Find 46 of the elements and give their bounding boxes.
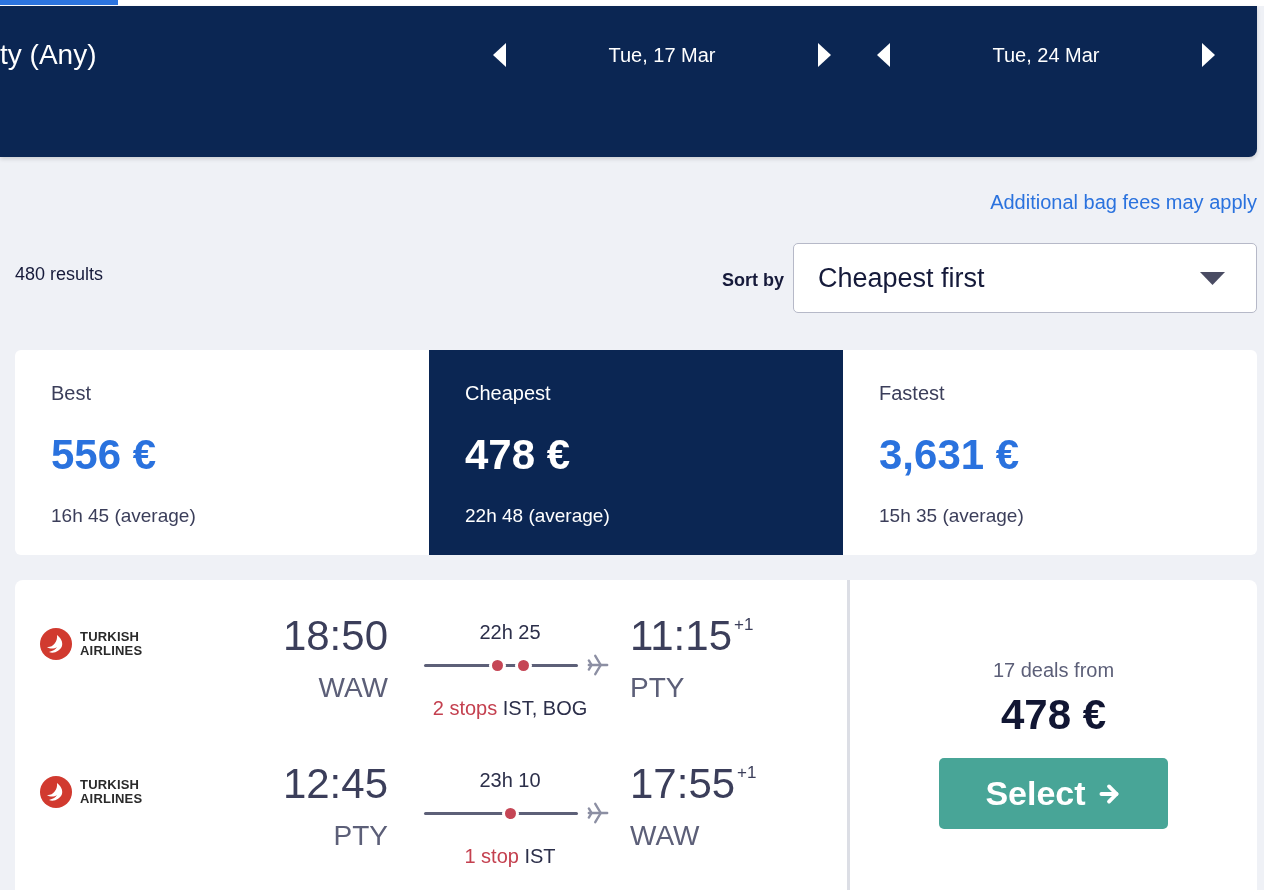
stops-info: 2 stops IST, BOG bbox=[432, 696, 588, 720]
day-offset: +1 bbox=[737, 763, 757, 783]
tab-price: 3,631 € bbox=[879, 431, 1020, 479]
airplane-icon bbox=[587, 802, 609, 824]
date-selector[interactable]: Tue, 24 Mar bbox=[992, 43, 1100, 67]
arrival-airport: PTY bbox=[630, 672, 685, 704]
airline-logo-icon bbox=[40, 628, 72, 660]
tab-duration: 15h 35 (average) bbox=[879, 504, 1024, 528]
dropdown-caret-icon bbox=[1200, 271, 1225, 285]
flight-duration: 23h 10 bbox=[479, 768, 541, 792]
airline-name: TURKISH AIRLINES bbox=[80, 778, 144, 806]
sort-label: Sort by bbox=[722, 269, 784, 291]
departure-airport: PTY bbox=[333, 820, 388, 852]
sort-tab[interactable]: Best 556 € 16h 45 (average) bbox=[15, 350, 429, 555]
tab-price: 556 € bbox=[51, 431, 157, 479]
tab-title: Cheapest bbox=[465, 381, 551, 405]
caret-right-icon[interactable] bbox=[1202, 43, 1215, 67]
day-offset: +1 bbox=[734, 615, 754, 635]
bag-fees-link[interactable]: Additional bag fees may apply bbox=[990, 190, 1257, 214]
caret-left-icon[interactable] bbox=[493, 43, 506, 67]
arrival-time: 17:55 bbox=[630, 760, 736, 808]
flight-duration: 22h 25 bbox=[479, 620, 541, 644]
results-count: 480 results bbox=[15, 263, 104, 285]
tab-title: Fastest bbox=[879, 381, 945, 405]
destination-text[interactable]: ty (Any) bbox=[0, 41, 97, 69]
airplane-icon bbox=[587, 654, 609, 676]
departure-time: 18:50 bbox=[282, 612, 388, 660]
stops-info: 1 stop IST bbox=[464, 844, 556, 868]
arrival-time: 11:15 bbox=[630, 612, 732, 660]
tab-price: 478 € bbox=[465, 431, 571, 479]
airline-name: TURKISH AIRLINES bbox=[80, 630, 144, 658]
tab-title: Best bbox=[51, 381, 92, 405]
tab-duration: 22h 48 (average) bbox=[465, 504, 610, 528]
deals-count: 17 deals from bbox=[992, 658, 1115, 682]
departure-airport: WAW bbox=[318, 672, 388, 704]
deal-price: 478 € bbox=[1000, 691, 1107, 739]
arrival-airport: WAW bbox=[630, 820, 700, 852]
sort-dropdown[interactable]: Cheapest first bbox=[793, 243, 1257, 313]
sort-tab[interactable]: Fastest 3,631 € 15h 35 (average) bbox=[843, 350, 1257, 555]
sort-tab[interactable]: Cheapest 478 € 22h 48 (average) bbox=[429, 350, 843, 555]
tab-duration: 16h 45 (average) bbox=[51, 504, 196, 528]
departure-time: 12:45 bbox=[282, 760, 388, 808]
airline-logo-icon bbox=[40, 776, 72, 808]
caret-right-icon[interactable] bbox=[818, 43, 831, 67]
date-selector[interactable]: Tue, 17 Mar bbox=[608, 43, 716, 67]
caret-left-icon[interactable] bbox=[877, 43, 890, 67]
